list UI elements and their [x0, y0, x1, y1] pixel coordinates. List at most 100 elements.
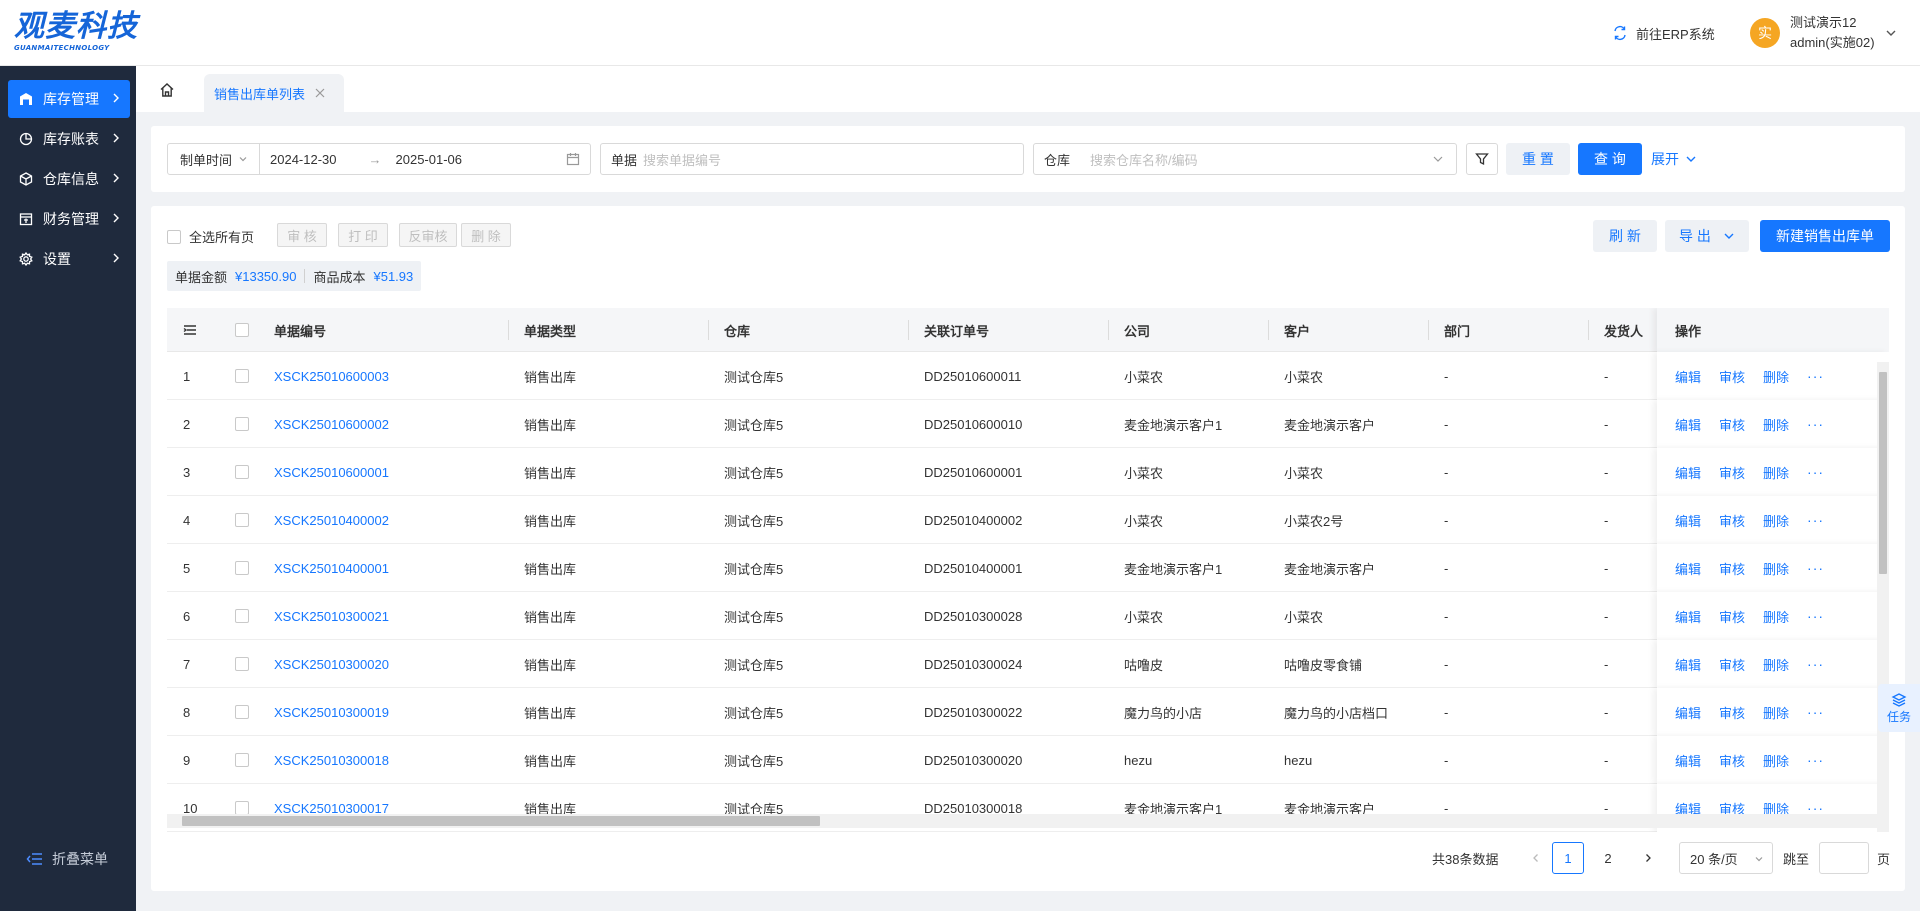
audit-link[interactable]: 审核 — [1719, 415, 1745, 434]
user-menu[interactable]: 实 测试演示12 admin(实施02) — [1750, 12, 1897, 54]
doc-no-link[interactable]: XSCK25010300021 — [274, 592, 389, 640]
date-start-input[interactable]: 2024-12-30 — [260, 152, 337, 167]
doc-no-link[interactable]: XSCK25010400001 — [274, 544, 389, 592]
more-actions-icon[interactable]: ··· — [1807, 464, 1824, 480]
close-icon[interactable] — [315, 88, 325, 98]
th-doc-no[interactable]: 单据编号 — [274, 308, 326, 352]
header-checkbox[interactable] — [235, 323, 249, 337]
column-resizer[interactable] — [1108, 320, 1109, 340]
edit-link[interactable]: 编辑 — [1675, 367, 1701, 386]
date-end-input[interactable]: 2025-01-06 — [396, 152, 463, 167]
more-actions-icon[interactable]: ··· — [1807, 560, 1824, 576]
sidebar-item-inventory-report[interactable]: 库存账表 — [8, 120, 130, 158]
edit-link[interactable]: 编辑 — [1675, 607, 1701, 626]
row-checkbox[interactable] — [235, 753, 249, 767]
column-resizer[interactable] — [1588, 320, 1589, 340]
column-resizer[interactable] — [1428, 320, 1429, 340]
edit-link[interactable]: 编辑 — [1675, 703, 1701, 722]
doc-no-link[interactable]: XSCK25010400002 — [274, 496, 389, 544]
th-order-no[interactable]: 关联订单号 — [924, 308, 989, 352]
tab-sales-outbound-list[interactable]: 销售出库单列表 — [204, 74, 344, 112]
sidebar-item-settings[interactable]: 设置 — [8, 240, 130, 278]
select-all-checkbox[interactable] — [167, 229, 181, 244]
audit-link[interactable]: 审核 — [1719, 703, 1745, 722]
select-all-pages[interactable]: 全选所有页 — [167, 227, 254, 246]
delete-link[interactable]: 删除 — [1763, 607, 1789, 626]
doc-no-link[interactable]: XSCK25010300020 — [274, 640, 389, 688]
th-warehouse[interactable]: 仓库 — [724, 308, 750, 352]
more-actions-icon[interactable]: ··· — [1807, 512, 1824, 528]
date-type-select[interactable]: 制单时间 — [168, 144, 260, 174]
row-checkbox[interactable] — [235, 513, 249, 527]
doc-no-link[interactable]: XSCK25010600003 — [274, 352, 389, 400]
batch-audit-button[interactable]: 审 核 — [277, 223, 327, 247]
row-checkbox[interactable] — [235, 417, 249, 431]
more-actions-icon[interactable]: ··· — [1807, 752, 1824, 768]
horizontal-scrollbar-thumb[interactable] — [182, 816, 820, 826]
row-checkbox[interactable] — [235, 609, 249, 623]
sidebar-item-finance[interactable]: 财务管理 — [8, 200, 130, 238]
delete-link[interactable]: 删除 — [1763, 559, 1789, 578]
sidebar-item-inventory[interactable]: 库存管理 — [8, 80, 130, 118]
more-actions-icon[interactable]: ··· — [1807, 608, 1824, 624]
delete-link[interactable]: 删除 — [1763, 367, 1789, 386]
delete-link[interactable]: 删除 — [1763, 415, 1789, 434]
edit-link[interactable]: 编辑 — [1675, 559, 1701, 578]
prev-page-button[interactable] — [1520, 842, 1552, 874]
column-resizer[interactable] — [708, 320, 709, 340]
row-checkbox[interactable] — [235, 657, 249, 671]
sidebar-item-warehouse-info[interactable]: 仓库信息 — [8, 160, 130, 198]
doc-no-link[interactable]: XSCK25010600002 — [274, 400, 389, 448]
audit-link[interactable]: 审核 — [1719, 751, 1745, 770]
batch-unaudit-button[interactable]: 反审核 — [399, 223, 457, 247]
more-actions-icon[interactable]: ··· — [1807, 656, 1824, 672]
erp-system-link[interactable]: 前往ERP系统 — [1612, 22, 1715, 44]
vertical-scrollbar-thumb[interactable] — [1879, 372, 1887, 574]
edit-link[interactable]: 编辑 — [1675, 751, 1701, 770]
th-doc-type[interactable]: 单据类型 — [524, 308, 576, 352]
row-checkbox[interactable] — [235, 561, 249, 575]
doc-search-input[interactable]: 搜索单据编号 — [643, 150, 721, 169]
batch-delete-button[interactable]: 删 除 — [461, 223, 511, 247]
refresh-button[interactable]: 刷 新 — [1593, 220, 1657, 252]
warehouse-select[interactable]: 仓库 搜索仓库名称/编码 — [1033, 143, 1457, 175]
delete-link[interactable]: 删除 — [1763, 511, 1789, 530]
delete-link[interactable]: 删除 — [1763, 703, 1789, 722]
logo[interactable]: 观麦科技 GUANMAITECHNOLOGY — [14, 10, 144, 54]
edit-link[interactable]: 编辑 — [1675, 655, 1701, 674]
advanced-filter-button[interactable] — [1466, 143, 1498, 175]
audit-link[interactable]: 审核 — [1719, 367, 1745, 386]
query-button[interactable]: 查 询 — [1578, 143, 1642, 175]
delete-link[interactable]: 删除 — [1763, 463, 1789, 482]
delete-link[interactable]: 删除 — [1763, 655, 1789, 674]
column-resizer[interactable] — [1268, 320, 1269, 340]
doc-number-search[interactable]: 单据 搜索单据编号 — [600, 143, 1024, 175]
edit-link[interactable]: 编辑 — [1675, 511, 1701, 530]
delete-link[interactable]: 删除 — [1763, 751, 1789, 770]
column-resizer[interactable] — [908, 320, 909, 340]
doc-no-link[interactable]: XSCK25010300019 — [274, 688, 389, 736]
row-checkbox[interactable] — [235, 801, 249, 815]
audit-link[interactable]: 审核 — [1719, 511, 1745, 530]
audit-link[interactable]: 审核 — [1719, 607, 1745, 626]
batch-print-button[interactable]: 打 印 — [338, 223, 388, 247]
audit-link[interactable]: 审核 — [1719, 655, 1745, 674]
page-size-select[interactable]: 20 条/页 — [1679, 842, 1773, 874]
more-actions-icon[interactable]: ··· — [1807, 416, 1824, 432]
next-page-button[interactable] — [1632, 842, 1664, 874]
row-checkbox[interactable] — [235, 369, 249, 383]
audit-link[interactable]: 审核 — [1719, 463, 1745, 482]
th-company[interactable]: 公司 — [1124, 308, 1150, 352]
expand-filter-toggle[interactable]: 展开 — [1651, 143, 1697, 175]
create-sales-outbound-button[interactable]: 新建销售出库单 — [1760, 220, 1890, 252]
audit-link[interactable]: 审核 — [1719, 559, 1745, 578]
collapse-menu-button[interactable]: 折叠菜单 — [26, 849, 108, 869]
home-tab[interactable] — [152, 75, 182, 105]
page-2-button[interactable]: 2 — [1592, 842, 1624, 874]
task-float-button[interactable]: 任务 — [1878, 684, 1920, 732]
reset-button[interactable]: 重 置 — [1506, 143, 1570, 175]
page-1-button[interactable]: 1 — [1552, 842, 1584, 874]
column-settings-icon[interactable] — [183, 308, 197, 352]
jump-page-input[interactable] — [1819, 842, 1869, 874]
edit-link[interactable]: 编辑 — [1675, 415, 1701, 434]
